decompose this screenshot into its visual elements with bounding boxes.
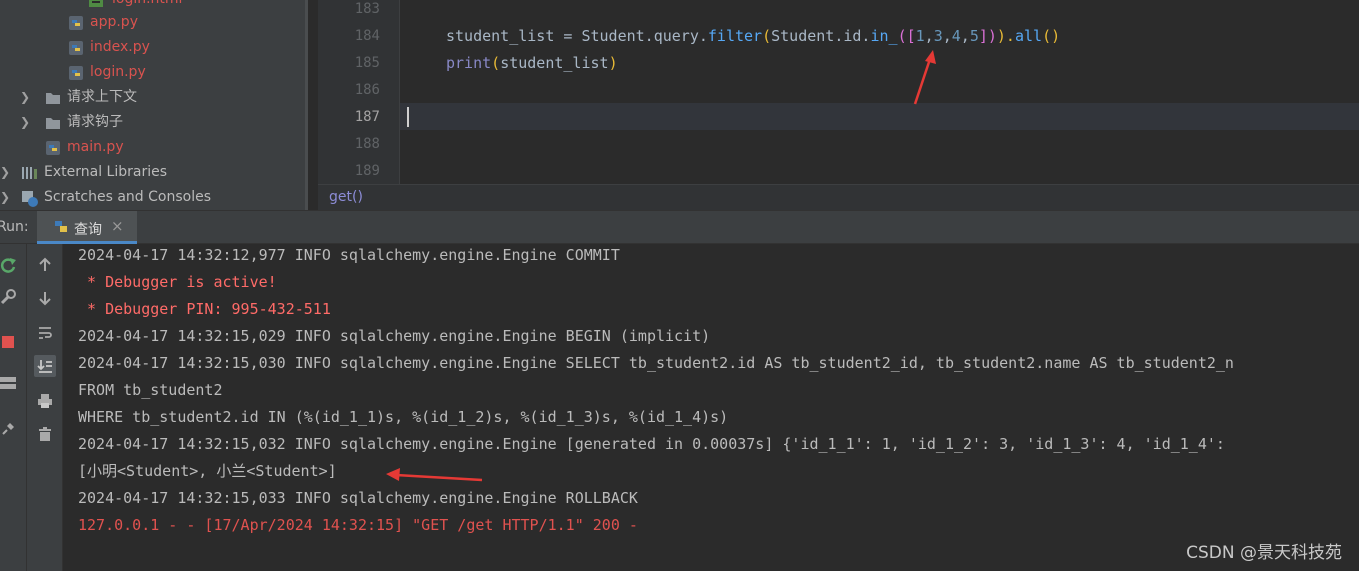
text-caret [407, 107, 409, 127]
line-number: 186 [354, 82, 380, 98]
line-number: 189 [354, 163, 380, 179]
code-token: Student.id. [771, 27, 871, 45]
scratches-icon [21, 190, 38, 207]
run-tab-label: 查询 [74, 222, 102, 238]
code-number: 1 [915, 27, 925, 45]
folder-icon [45, 115, 61, 131]
trash-icon[interactable] [34, 423, 56, 445]
python-file-icon [68, 65, 84, 81]
console-line-error: * Debugger PIN: 995-432-511 [78, 300, 331, 318]
console-line-request: 127.0.0.1 - - [17/Apr/2024 14:32:15] "GE… [78, 516, 638, 534]
code-number: 3 [933, 27, 943, 45]
console-line: 2024-04-17 14:32:15,029 INFO sqlalchemy.… [78, 327, 711, 345]
wrench-icon[interactable] [0, 286, 19, 308]
code-token: print [446, 54, 492, 72]
python-run-icon [52, 218, 70, 240]
breadcrumb-item[interactable]: get() [329, 189, 363, 205]
soft-wrap-icon[interactable] [34, 322, 56, 344]
code-token: student_list = Student.query. [446, 27, 708, 45]
code-token: ( [491, 54, 501, 72]
tree-scrollbar[interactable] [305, 0, 308, 210]
tree-item-label: External Libraries [44, 164, 167, 180]
rerun-icon[interactable] [0, 254, 19, 276]
console-line: 2024-04-17 14:32:15,033 INFO sqlalchemy.… [78, 489, 638, 507]
code-number: 4 [951, 27, 961, 45]
run-label: Run: [0, 219, 29, 235]
code-token: , [942, 27, 952, 45]
code-token-in: in_ [870, 27, 898, 45]
code-token: ) [608, 54, 618, 72]
close-icon[interactable]: × [111, 217, 124, 235]
breadcrumb[interactable]: get() [318, 184, 1359, 210]
line-number-active: 187 [354, 109, 380, 125]
chevron-right-icon[interactable]: ❯ [20, 110, 30, 135]
code-token: ]) [978, 27, 997, 45]
folder-icon [45, 90, 61, 106]
arrow-down-icon[interactable] [34, 287, 56, 309]
current-line-highlight [400, 103, 1359, 130]
line-number: 185 [354, 55, 380, 71]
code-token: () [1042, 27, 1061, 45]
code-token: ( [762, 27, 772, 45]
code-line-184[interactable]: student_list = Student.query.filter(Stud… [446, 23, 1060, 50]
chevron-right-icon[interactable]: ❯ [20, 85, 30, 110]
code-token: ([ [897, 27, 916, 45]
line-number: 183 [354, 1, 380, 17]
console-line-error: * Debugger is active! [78, 273, 277, 291]
chevron-right-icon[interactable]: ❯ [0, 160, 10, 185]
tree-item-label: login.py [90, 64, 146, 80]
tree-item-label: index.py [90, 39, 150, 55]
line-number: 184 [354, 28, 380, 44]
line-number-gutter: 183 184 185 186 187 188 189 [318, 0, 400, 184]
layout-icon[interactable] [0, 372, 19, 394]
python-file-icon [45, 140, 61, 156]
console-line: FROM tb_student2 [78, 381, 223, 399]
python-file-icon [68, 40, 84, 56]
tree-item-label: 请求上下文 [67, 89, 137, 105]
code-token: , [960, 27, 970, 45]
project-tree: login.html app.py index.py login.py ❯ 请求… [0, 0, 308, 210]
console-line-result: [小明<Student>, 小兰<Student>] [78, 462, 337, 480]
code-number: 5 [969, 27, 979, 45]
chevron-right-icon[interactable]: ❯ [0, 185, 10, 210]
print-icon[interactable] [34, 390, 56, 412]
code-token: , [924, 27, 934, 45]
code-token: student_list [500, 54, 609, 72]
watermark: CSDN @景天科技苑 [1186, 543, 1342, 563]
line-number: 188 [354, 136, 380, 152]
tree-item-label: 请求钩子 [67, 114, 123, 130]
code-editor[interactable]: 183 184 185 186 187 188 189 student_list… [318, 0, 1359, 184]
run-tab[interactable]: 查询 × [37, 211, 137, 244]
code-token: ). [996, 27, 1015, 45]
arrow-up-icon[interactable] [34, 254, 56, 276]
run-toolwindow-header: Run: 查询 × [0, 210, 1359, 244]
pin-icon[interactable] [0, 418, 19, 440]
code-token: all [1014, 27, 1043, 45]
console-line: 2024-04-17 14:32:12,977 INFO sqlalchemy.… [78, 246, 620, 264]
run-toolbar-secondary [27, 244, 63, 571]
console-line: WHERE tb_student2.id IN (%(id_1_1)s, %(i… [78, 408, 729, 426]
tree-item-label: Scratches and Consoles [44, 189, 211, 205]
tree-item-label: app.py [90, 14, 138, 30]
python-file-icon [68, 15, 84, 31]
console-line: 2024-04-17 14:32:15,032 INFO sqlalchemy.… [78, 435, 1225, 453]
html-file-icon [88, 0, 104, 8]
stop-icon[interactable] [0, 331, 19, 353]
scroll-to-end-icon[interactable] [34, 355, 56, 377]
library-icon [21, 165, 37, 181]
console-output[interactable]: 2024-04-17 14:32:12,977 INFO sqlalchemy.… [64, 244, 1359, 571]
console-line: 2024-04-17 14:32:15,030 INFO sqlalchemy.… [78, 354, 1234, 372]
code-token: filter [707, 27, 763, 45]
annotation-arrow-icon [913, 50, 936, 105]
code-line-185[interactable]: print(student_list) [446, 50, 618, 77]
run-toolbar-primary [0, 244, 27, 571]
tree-item-label: main.py [67, 139, 124, 155]
